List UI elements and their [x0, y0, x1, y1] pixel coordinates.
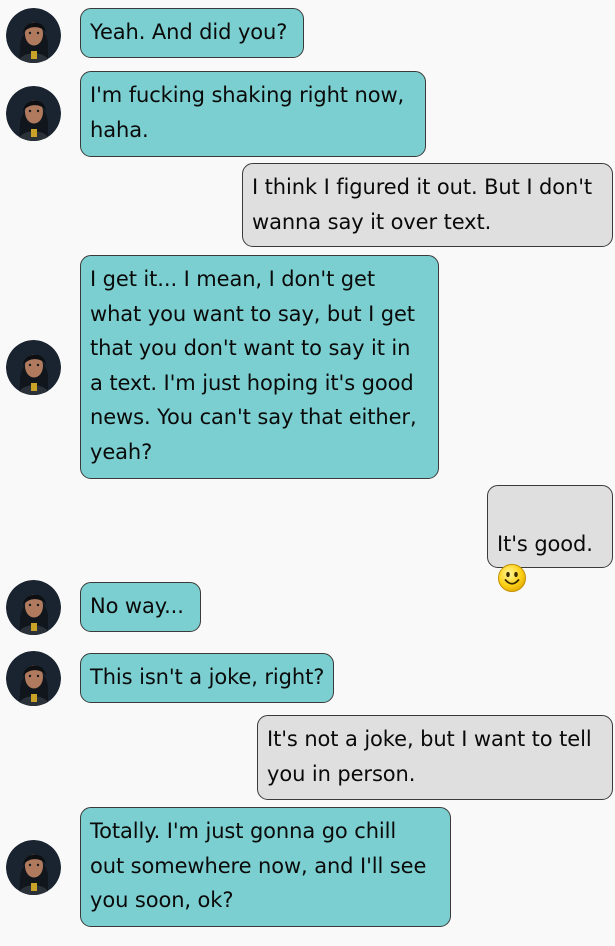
message-bubble-outgoing[interactable]: It's good. [487, 485, 613, 592]
message-bubble-incoming[interactable]: Totally. I'm just gonna go chill out som… [80, 807, 451, 927]
message-bubble-outgoing[interactable]: It's not a joke, but I want to tell you … [257, 715, 613, 800]
contact-avatar[interactable] [6, 840, 61, 895]
message-bubble-incoming[interactable]: This isn't a joke, right? [80, 653, 334, 703]
message-bubble-incoming[interactable]: Yeah. And did you? [80, 8, 304, 58]
message-bubble-incoming[interactable]: I get it... I mean, I don't get what you… [80, 255, 439, 479]
contact-avatar[interactable] [6, 651, 61, 706]
message-text: It's good. [497, 531, 593, 556]
message-bubble-outgoing[interactable]: I think I figured it out. But I don't wa… [242, 163, 613, 247]
chat-thread[interactable]: Yeah. And did you? I'm fucking shaking r… [0, 0, 615, 946]
contact-avatar[interactable] [6, 86, 61, 141]
contact-avatar[interactable] [6, 8, 61, 63]
smiley-emoji-icon [498, 564, 526, 592]
message-bubble-incoming[interactable]: No way... [80, 582, 201, 632]
contact-avatar[interactable] [6, 340, 61, 395]
contact-avatar[interactable] [6, 580, 61, 635]
message-bubble-incoming[interactable]: I'm fucking shaking right now, haha. [80, 71, 426, 157]
